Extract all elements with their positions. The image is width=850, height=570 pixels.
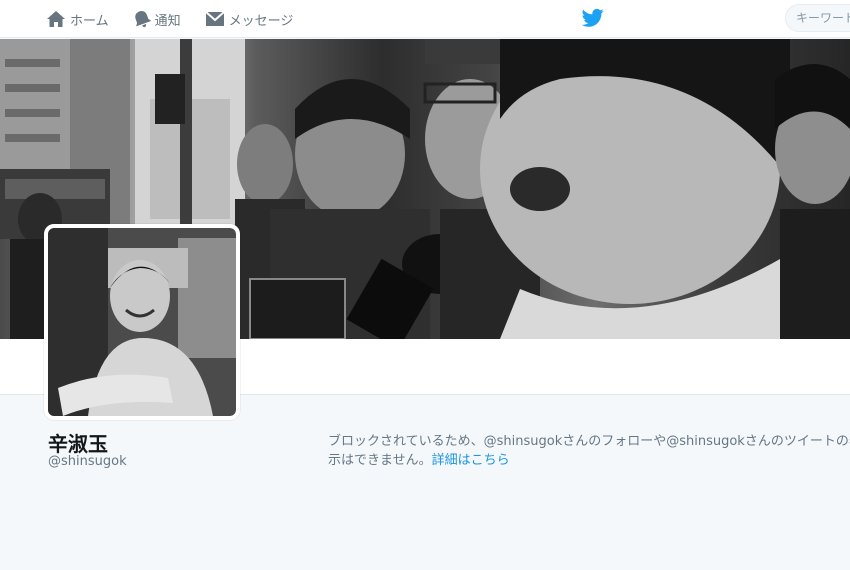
- nav-notifications-label: 通知: [154, 13, 181, 29]
- twitter-bird-icon[interactable]: [582, 8, 604, 28]
- nav-home-label: ホーム: [70, 13, 109, 29]
- profile-handle[interactable]: @shinsugok: [48, 454, 127, 469]
- nav-messages[interactable]: メッセージ: [204, 0, 294, 38]
- nav-messages-label: メッセージ: [228, 13, 294, 29]
- avatar-photo: [48, 228, 236, 416]
- search-input[interactable]: [785, 4, 850, 32]
- primary-nav: ホーム 通知 メッセージ: [46, 0, 317, 38]
- home-icon: [47, 11, 65, 27]
- blocked-notice: ブロックされているため、@shinsugokさんのフォローや@shinsugok…: [328, 432, 850, 470]
- blocked-notice-text-2: 示はできません。: [328, 453, 432, 468]
- profile-display-name[interactable]: 辛淑玉: [48, 428, 108, 457]
- profile-avatar[interactable]: [44, 224, 240, 420]
- blocked-notice-text-1: ブロックされているため、@shinsugokさんのフォローや@shinsugok…: [328, 434, 850, 449]
- learn-more-link[interactable]: 詳細はこちら: [432, 453, 510, 468]
- nav-home[interactable]: ホーム: [46, 0, 109, 38]
- nav-notifications[interactable]: 通知: [133, 0, 181, 38]
- messages-icon: [204, 11, 225, 26]
- notifications-icon: [134, 11, 151, 28]
- top-navigation-bar: ホーム 通知 メッセージ: [0, 0, 850, 38]
